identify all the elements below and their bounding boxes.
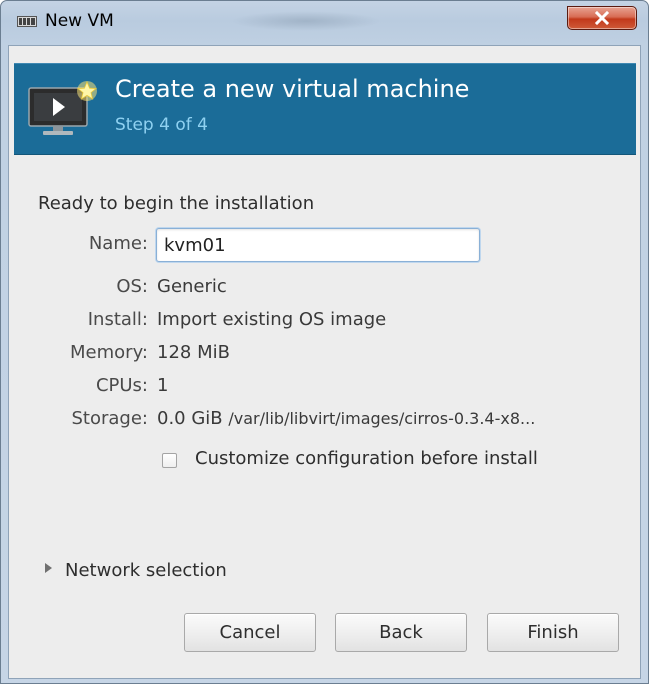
wizard-header-banner: Create a new virtual machine Step 4 of 4 (14, 63, 636, 155)
cancel-button[interactable]: Cancel (184, 613, 316, 652)
close-icon (594, 11, 610, 25)
ready-heading: Ready to begin the installation (38, 193, 315, 214)
vm-manager-icon (17, 16, 37, 27)
network-selection-expander[interactable]: Network selection (65, 560, 227, 581)
title-bar-glass-blur (231, 11, 381, 31)
expander-arrow-icon[interactable] (44, 562, 54, 574)
install-label: Install: (87, 309, 148, 330)
window-title: New VM (45, 11, 114, 31)
name-label: Name: (88, 233, 148, 254)
new-vm-window: New VM Create a new virtual machine Step… (0, 0, 649, 684)
storage-size: 0.0 GiB (157, 408, 223, 429)
install-value: Import existing OS image (157, 309, 387, 330)
memory-label: Memory: (70, 342, 148, 363)
virtual-machine-monitor-icon (28, 80, 98, 135)
finish-button[interactable]: Finish (487, 613, 619, 652)
os-label: OS: (116, 276, 148, 297)
os-value: Generic (157, 276, 227, 297)
storage-value: 0.0 GiB /var/lib/libvirt/images/cirros-0… (157, 408, 535, 429)
vm-name-input[interactable] (156, 228, 480, 262)
customize-checkbox[interactable] (162, 453, 177, 468)
customize-checkbox-label[interactable]: Customize configuration before install (195, 448, 538, 469)
wizard-step-indicator: Step 4 of 4 (115, 115, 208, 135)
title-bar[interactable]: New VM (1, 1, 648, 45)
wizard-title: Create a new virtual machine (115, 75, 470, 103)
dialog-content: Create a new virtual machine Step 4 of 4… (8, 45, 641, 679)
memory-value: 128 MiB (157, 342, 230, 363)
cpus-label: CPUs: (95, 375, 148, 396)
storage-label: Storage: (71, 408, 149, 429)
cpus-value: 1 (157, 375, 169, 396)
window-close-button[interactable] (567, 6, 637, 30)
back-button[interactable]: Back (335, 613, 467, 652)
storage-path: /var/lib/libvirt/images/cirros-0.3.4-x8.… (228, 409, 536, 428)
